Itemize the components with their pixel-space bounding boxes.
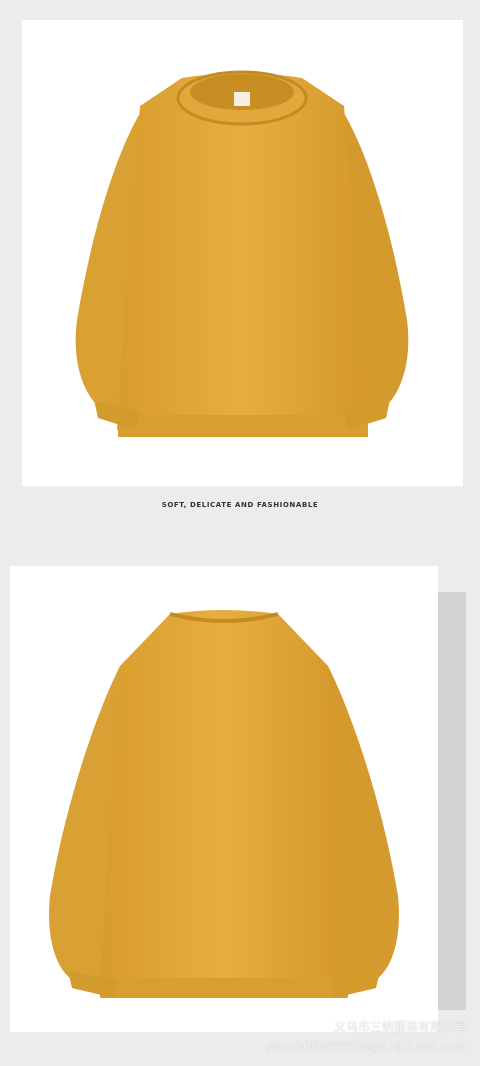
watermark-company: 义乌市三妍服装有限公司 (333, 1020, 466, 1034)
product-photo-back (10, 566, 438, 1032)
shadow-bar (438, 592, 466, 1010)
sweatshirt-back-image (49, 610, 399, 998)
tagline-text: SOFT, DELICATE AND FASHIONABLE (161, 501, 319, 509)
product-photo-front (22, 20, 463, 486)
sweatshirt-front-image (75, 70, 409, 437)
watermark-url: shop3060999989g678.1688.com (266, 1040, 466, 1054)
